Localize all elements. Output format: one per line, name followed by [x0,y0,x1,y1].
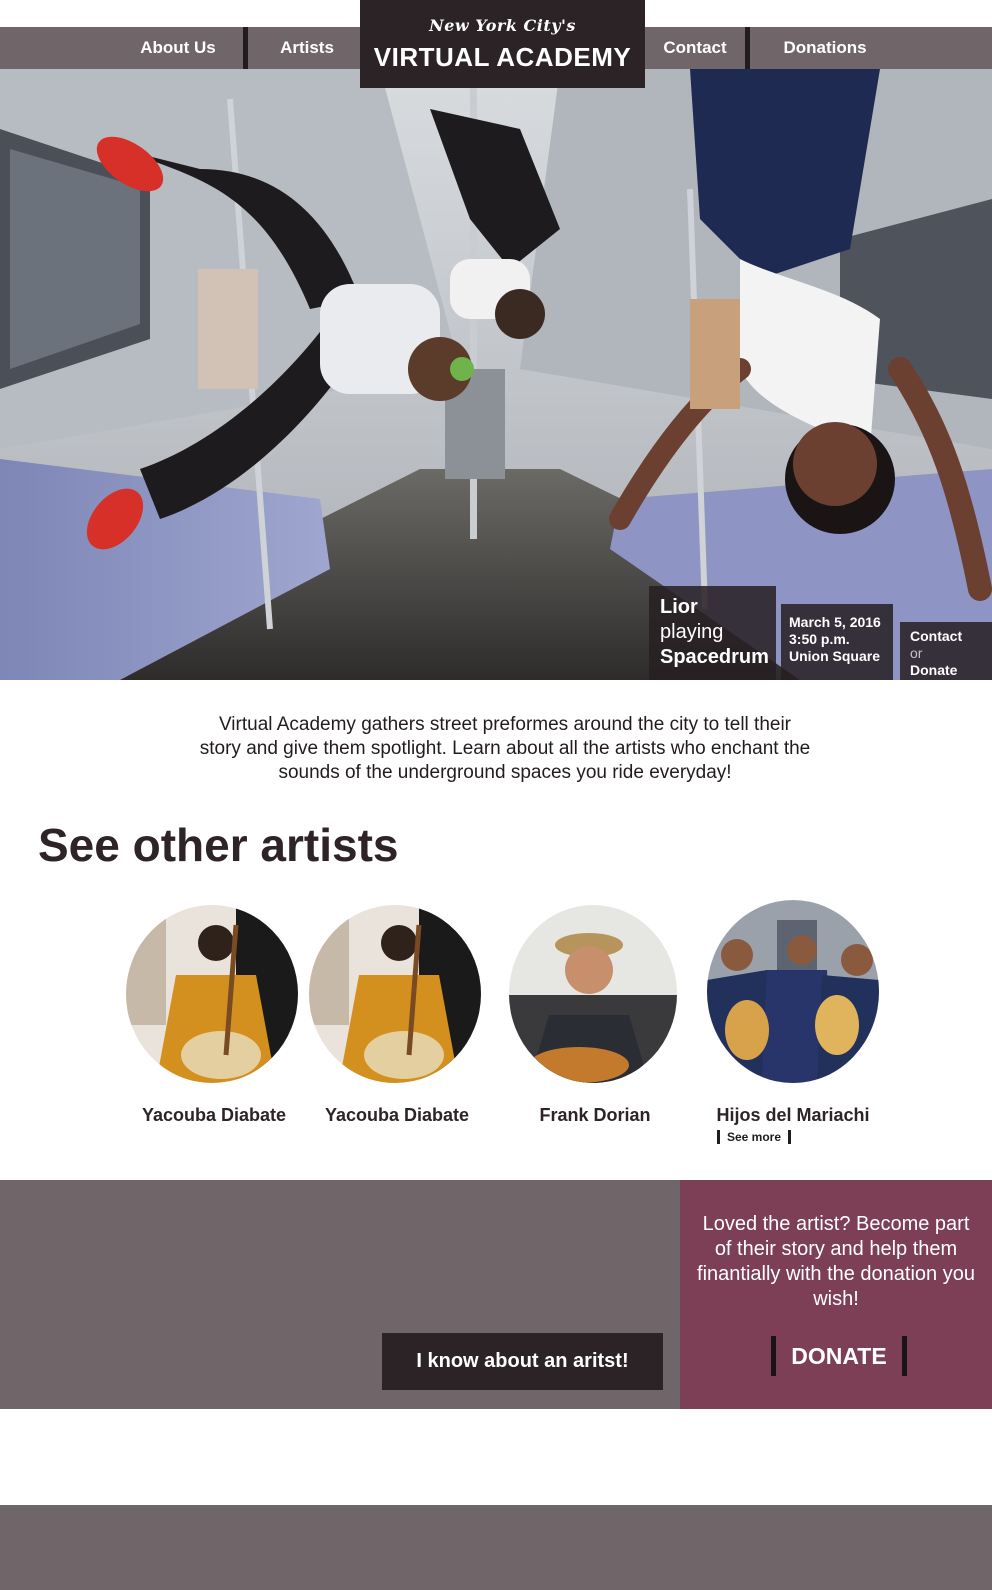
nav-about-us-link[interactable]: About Us [128,27,228,69]
footer [0,1505,992,1590]
brand-title: VIRTUAL ACADEMY [373,42,632,72]
artist-caption: Lior playing Spacedrum [649,586,776,680]
nav-divider [745,27,750,69]
brand-script-text: New York City's [429,16,576,35]
nav-donations-link[interactable]: Donations [765,27,885,69]
hero-banner: Lior playing Spacedrum March 5, 2016 3:5… [0,69,992,680]
nav-contact-link[interactable]: Contact [650,27,740,69]
subway-performers-photo [0,69,992,680]
artist-card[interactable]: Frank Dorian [495,905,695,1135]
artist-photo [309,905,481,1083]
artist-card[interactable]: Yacouba Diabate [297,905,497,1135]
nav-artists-link[interactable]: Artists [262,27,352,69]
donate-button[interactable]: DONATE [771,1336,907,1376]
donate-section: Loved the artist? Become part of their s… [680,1180,992,1409]
artist-name: Frank Dorian [539,1105,651,1125]
artist-photo [707,900,879,1083]
performance-time: 3:50 p.m. [789,631,850,647]
performance-details: March 5, 2016 3:50 p.m. Union Square [781,604,893,680]
contact-donate-box: Contact or Donate [900,622,992,680]
site-logo[interactable]: New York City's VIRTUAL ACADEMY [360,0,645,88]
artist-name: Lior [660,596,698,618]
playing-label: playing [660,621,724,643]
intro-line: sounds of the underground spaces you rid… [278,762,732,783]
intro-line: Virtual Academy gathers street preformes… [218,714,792,735]
intro-line: story and give them spotlight. Learn abo… [199,738,811,759]
donate-message: Loved the artist? Become part of their s… [697,1213,975,1310]
hero-contact-link[interactable]: Contact [910,628,962,644]
artist-name: Hijos del Mariachi [716,1105,870,1125]
know-artist-button[interactable]: I know about an aritst! [382,1333,663,1390]
artist-name: Yacouba Diabate [141,1105,287,1125]
artist-photo [509,905,677,1083]
section-title: See other artists [38,819,399,871]
artist-card[interactable]: Hijos del Mariachi See more [690,900,890,1150]
performance-date: March 5, 2016 [789,614,881,630]
or-label: or [910,645,923,661]
performance-location: Union Square [789,648,881,664]
artist-card[interactable]: Yacouba Diabate [114,905,314,1135]
instrument-name: Spacedrum [660,646,769,668]
hero-donate-link[interactable]: Donate [910,662,957,678]
nav-divider [243,27,248,69]
artist-name: Yacouba Diabate [324,1105,470,1125]
artist-photo [126,905,298,1083]
see-more-link[interactable]: See more [717,1130,792,1144]
intro-text: Virtual Academy gathers street preformes… [170,713,840,785]
